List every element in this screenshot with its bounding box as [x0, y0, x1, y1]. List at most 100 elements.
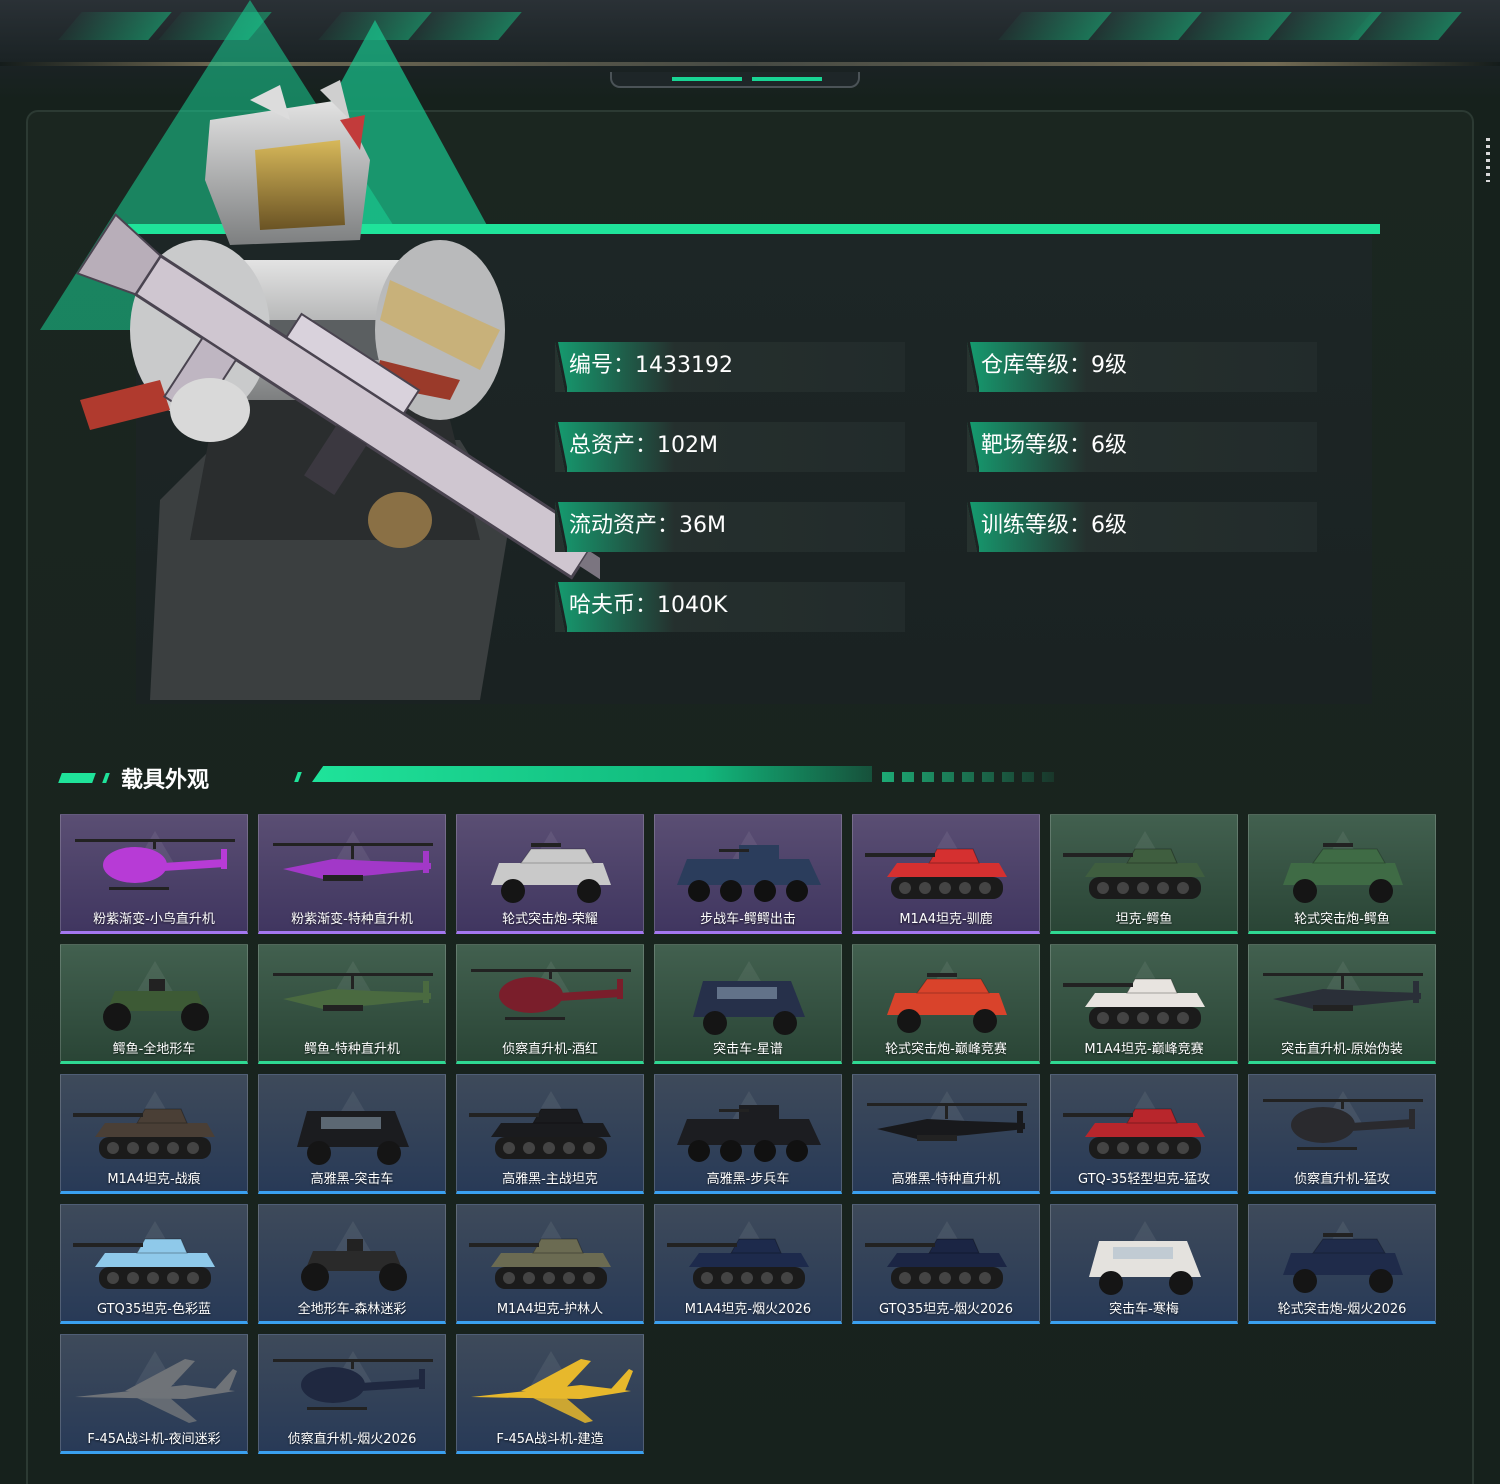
- vehicle-name: 轮式突击炮-巅峰竞赛: [885, 1042, 1007, 1057]
- stat-value: 36M: [679, 513, 727, 538]
- vehicle-card[interactable]: M1A4坦克-巅峰竞赛: [1050, 944, 1238, 1064]
- vehicle-card[interactable]: 侦察直升机-猛攻: [1248, 1074, 1436, 1194]
- vehicle-card[interactable]: 高雅黑-突击车: [258, 1074, 446, 1194]
- vehicle-image: [73, 1108, 215, 1159]
- vehicle-image: [1283, 843, 1403, 903]
- vehicle-name: 高雅黑-主战坦克: [502, 1172, 598, 1187]
- vehicle-card[interactable]: 轮式突击炮-烟火2026: [1248, 1204, 1436, 1324]
- vehicle-name: 侦察直升机-酒红: [502, 1042, 598, 1057]
- vehicle-image: [1263, 973, 1423, 1011]
- stat-label: 编号: [569, 353, 614, 378]
- vehicle-image: [273, 973, 433, 1011]
- stat-value: 6级: [1091, 433, 1128, 458]
- vehicle-name: GTQ-35轻型坦克-猛攻: [1077, 1172, 1211, 1187]
- vehicle-name: 粉紫渐变-特种直升机: [291, 912, 413, 927]
- vehicle-name: 突击车-寒梅: [1109, 1302, 1179, 1317]
- section-title: 载具外观: [121, 768, 210, 793]
- stat-label: 哈夫币: [569, 593, 636, 618]
- stat-value: 102M: [657, 433, 719, 458]
- vehicle-image: [103, 979, 209, 1031]
- vehicle-card[interactable]: 突击车-星谱: [654, 944, 842, 1064]
- vehicle-image: [273, 843, 433, 881]
- vehicle-image: [1089, 1241, 1201, 1295]
- stat-player-id: 编号：1433192: [555, 342, 905, 392]
- vehicle-image: [469, 1238, 611, 1289]
- vehicle-card[interactable]: 鳄鱼-特种直升机: [258, 944, 446, 1064]
- vehicle-image: [867, 1103, 1027, 1141]
- stat-value: 6级: [1091, 513, 1128, 538]
- vehicle-card[interactable]: 高雅黑-主战坦克: [456, 1074, 644, 1194]
- vehicle-image: [667, 1238, 809, 1289]
- stat-range-level: 靶场等级：6级: [967, 422, 1317, 472]
- vehicle-image: [1063, 978, 1205, 1029]
- vehicle-name: 鳄鱼-特种直升机: [304, 1042, 400, 1057]
- vehicle-image: [301, 1239, 407, 1291]
- vehicle-name: 坦克-鳄鱼: [1115, 912, 1173, 927]
- vehicle-card[interactable]: 侦察直升机-烟火2026: [258, 1334, 446, 1454]
- vehicle-card[interactable]: 轮式突击炮-鳄鱼: [1248, 814, 1436, 934]
- vehicle-card[interactable]: 粉紫渐变-小鸟直升机: [60, 814, 248, 934]
- vehicle-card[interactable]: M1A4坦克-烟火2026: [654, 1204, 842, 1324]
- vehicle-name: 高雅黑-突击车: [310, 1172, 394, 1187]
- vehicle-name: 轮式突击炮-荣耀: [502, 912, 598, 927]
- vehicle-image: [677, 1105, 821, 1162]
- vehicle-name: M1A4坦克-战痕: [107, 1172, 201, 1187]
- vehicle-image: [75, 839, 235, 890]
- vehicle-name: 高雅黑-步兵车: [706, 1172, 790, 1187]
- vehicle-card[interactable]: 突击车-寒梅: [1050, 1204, 1238, 1324]
- vehicle-name: M1A4坦克-烟火2026: [684, 1302, 812, 1317]
- vehicle-name: 轮式突击炮-烟火2026: [1277, 1302, 1407, 1317]
- vehicle-image: [73, 1238, 215, 1289]
- stat-label: 仓库等级: [981, 353, 1070, 378]
- vehicle-image: [693, 981, 805, 1035]
- vehicle-image: [677, 845, 821, 902]
- stat-value: 1433192: [635, 353, 734, 378]
- stat-liquid-assets: 流动资产：36M: [555, 502, 905, 552]
- vehicle-name: 轮式突击炮-鳄鱼: [1294, 912, 1390, 927]
- soldier-portrait: [75, 80, 600, 700]
- vehicle-card[interactable]: GTQ35坦克-色彩蓝: [60, 1204, 248, 1324]
- vehicle-image: [865, 1238, 1007, 1289]
- vehicle-card[interactable]: M1A4坦克-战痕: [60, 1074, 248, 1194]
- vehicle-card[interactable]: 轮式突击炮-巅峰竞赛: [852, 944, 1040, 1064]
- vehicle-image: [297, 1111, 409, 1165]
- stat-label: 总资产: [569, 433, 636, 458]
- vehicle-card[interactable]: F-45A战斗机-夜间迷彩: [60, 1334, 248, 1454]
- vehicle-card[interactable]: GTQ35坦克-烟火2026: [852, 1204, 1040, 1324]
- vehicle-card[interactable]: 高雅黑-特种直升机: [852, 1074, 1040, 1194]
- stat-label: 靶场等级: [981, 433, 1070, 458]
- vehicle-name: 步战车-鳄鳄出击: [700, 912, 796, 927]
- vehicle-image: [887, 973, 1007, 1033]
- vehicle-card[interactable]: GTQ-35轻型坦克-猛攻: [1050, 1074, 1238, 1194]
- vehicle-name: 粉紫渐变-小鸟直升机: [93, 912, 215, 927]
- vehicle-image: [273, 1359, 433, 1410]
- stat-label: 流动资产: [569, 513, 658, 538]
- vehicle-card[interactable]: 粉紫渐变-特种直升机: [258, 814, 446, 934]
- vehicle-image: [471, 1359, 633, 1423]
- vehicle-card[interactable]: 鳄鱼-全地形车: [60, 944, 248, 1064]
- stat-warehouse-level: 仓库等级：9级: [967, 342, 1317, 392]
- vehicle-card[interactable]: 突击直升机-原始伪装: [1248, 944, 1436, 1064]
- vehicle-card[interactable]: 步战车-鳄鳄出击: [654, 814, 842, 934]
- vehicle-card[interactable]: 高雅黑-步兵车: [654, 1074, 842, 1194]
- vehicle-name: M1A4坦克-护林人: [496, 1302, 604, 1317]
- vehicle-name: 突击车-星谱: [713, 1042, 783, 1057]
- vehicle-image: [469, 1108, 611, 1159]
- vehicle-name: M1A4坦克-巅峰竞赛: [1084, 1042, 1204, 1057]
- stat-value: 1040K: [657, 593, 728, 618]
- vehicle-skin-grid: 粉紫渐变-小鸟直升机 粉紫渐变-特种直升机 轮式突击炮-荣耀 步战车-鳄鳄出击: [60, 814, 1440, 1454]
- vehicle-card[interactable]: M1A4坦克-护林人: [456, 1204, 644, 1324]
- vehicle-card[interactable]: 轮式突击炮-荣耀: [456, 814, 644, 934]
- vehicle-card[interactable]: 坦克-鳄鱼: [1050, 814, 1238, 934]
- vehicle-card[interactable]: F-45A战斗机-建造: [456, 1334, 644, 1454]
- vehicle-card[interactable]: 全地形车-森林迷彩: [258, 1204, 446, 1324]
- vehicle-name: F-45A战斗机-建造: [496, 1432, 604, 1447]
- section-divider: [294, 762, 1066, 784]
- stat-training-level: 训练等级：6级: [967, 502, 1317, 552]
- vehicle-name: GTQ35坦克-色彩蓝: [96, 1302, 212, 1317]
- vehicle-card[interactable]: M1A4坦克-驯鹿: [852, 814, 1040, 934]
- vehicle-card[interactable]: 侦察直升机-酒红: [456, 944, 644, 1064]
- stat-total-assets: 总资产：102M: [555, 422, 905, 472]
- vehicle-image: [865, 848, 1007, 899]
- stat-value: 9级: [1091, 353, 1128, 378]
